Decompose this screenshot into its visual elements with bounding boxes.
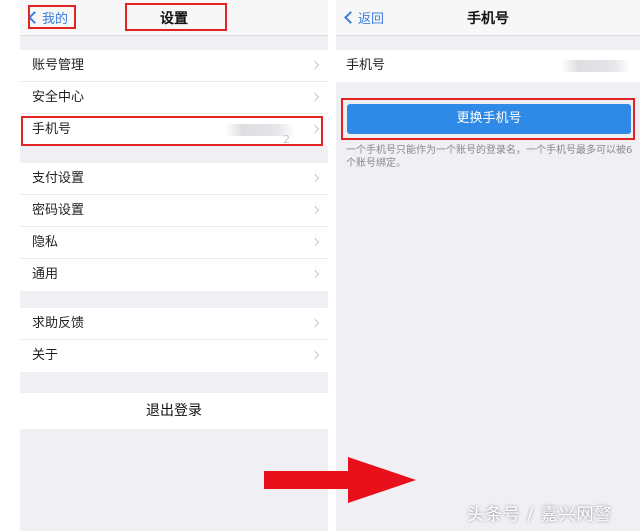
phone-navbar: 返回 手机号 — [336, 0, 640, 36]
red-arrow-icon — [264, 457, 416, 503]
settings-item-label: 手机号 — [32, 122, 72, 137]
settings-item-label: 支付设置 — [32, 171, 85, 186]
settings-item-password[interactable]: 密码设置 — [20, 195, 328, 227]
settings-item-security-center[interactable]: 安全中心 — [20, 82, 328, 114]
settings-item-account-management[interactable]: 账号管理 — [20, 50, 328, 82]
chevron-right-icon — [310, 124, 320, 134]
chevron-right-icon — [310, 173, 320, 183]
settings-item-general[interactable]: 通用 — [20, 259, 328, 291]
current-phone-row: 手机号 — [336, 50, 640, 82]
page-title: 设置 — [160, 11, 188, 27]
middle-gap — [328, 0, 336, 531]
change-phone-button[interactable]: 更换手机号 — [347, 104, 631, 134]
settings-item-about[interactable]: 关于 — [20, 340, 328, 372]
settings-item-label: 账号管理 — [32, 58, 85, 73]
settings-item-label: 密码设置 — [32, 203, 85, 218]
settings-group-account: 账号管理 安全中心 手机号 2 — [20, 50, 328, 146]
settings-screen: 我的 设置 账号管理 安全中心 手机号 2 支付设置 密码设置 隐私 通用 求助… — [20, 0, 328, 531]
chevron-right-icon — [310, 350, 320, 360]
settings-item-phone-number[interactable]: 手机号 2 — [20, 114, 328, 146]
blurred-phone-value: 2 — [225, 124, 295, 146]
settings-item-feedback[interactable]: 求助反馈 — [20, 308, 328, 340]
settings-group-general: 支付设置 密码设置 隐私 通用 — [20, 163, 328, 291]
chevron-right-icon — [310, 237, 320, 247]
settings-item-privacy[interactable]: 隐私 — [20, 227, 328, 259]
phone-row-label: 手机号 — [346, 58, 386, 73]
chevron-right-icon — [310, 318, 320, 328]
phone-number-screen: 返回 手机号 手机号 更换手机号 一个手机号只能作为一个账号的登录名，一个手机号… — [336, 0, 640, 531]
settings-item-label: 隐私 — [32, 235, 59, 250]
phone-binding-hint: 一个手机号只能作为一个账号的登录名，一个手机号最多可以被6个账号绑定。 — [346, 145, 633, 169]
settings-item-label: 关于 — [32, 348, 59, 363]
chevron-right-icon — [310, 205, 320, 215]
chevron-right-icon — [310, 92, 320, 102]
settings-navbar: 我的 设置 — [20, 0, 328, 36]
left-margin — [0, 0, 20, 531]
settings-group-help: 求助反馈 关于 — [20, 308, 328, 372]
settings-item-label: 通用 — [32, 267, 59, 282]
settings-item-label: 求助反馈 — [32, 316, 85, 331]
watermark: 头条号 / 嘉兴网警 — [467, 505, 613, 525]
settings-item-payment[interactable]: 支付设置 — [20, 163, 328, 195]
logout-button[interactable]: 退出登录 — [20, 393, 328, 429]
settings-item-label: 安全中心 — [32, 90, 85, 105]
chevron-right-icon — [310, 269, 320, 279]
phone-value-digit: 2 — [283, 133, 290, 146]
blurred-phone-value — [561, 60, 631, 72]
chevron-right-icon — [310, 60, 320, 70]
page-title: 手机号 — [467, 11, 509, 27]
